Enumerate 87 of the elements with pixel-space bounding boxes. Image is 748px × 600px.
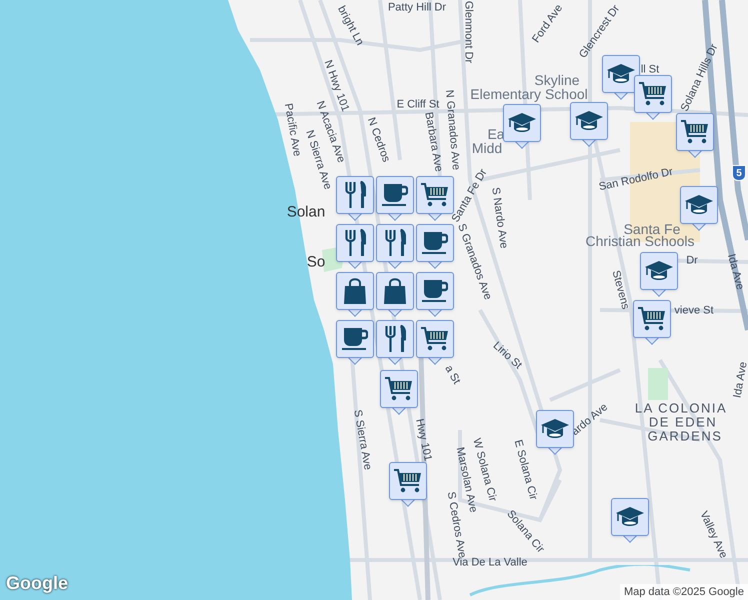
- street-label: Hwy 101: [413, 418, 433, 462]
- area-label: LA COLONIA: [634, 402, 728, 414]
- graduation-cap-icon: [575, 111, 603, 131]
- coffee-cup-icon: [342, 328, 368, 350]
- graduation-cap-icon: [541, 419, 569, 439]
- street-label: a St: [442, 364, 462, 386]
- school-marker[interactable]: [536, 410, 574, 456]
- street-label: Valley Ave: [697, 510, 729, 560]
- grocery-marker[interactable]: [633, 300, 671, 346]
- coffee-cup-icon: [422, 280, 448, 302]
- street-label: bright Ln: [335, 4, 365, 48]
- street-label: Patty Hill Dr: [388, 2, 446, 14]
- street-label: Stevens: [610, 269, 630, 311]
- shopping-bag-icon: [344, 278, 366, 304]
- map-logo: Google: [6, 572, 68, 595]
- graduation-cap-icon: [645, 261, 673, 281]
- street-label: E Cliff St: [396, 100, 440, 110]
- area-label: GARDENS: [648, 430, 722, 442]
- shop-marker[interactable]: [376, 272, 414, 318]
- shop-marker[interactable]: [336, 272, 374, 318]
- shopping-cart-icon: [638, 307, 666, 331]
- grocery-marker[interactable]: [416, 176, 454, 222]
- cafe-marker[interactable]: [416, 224, 454, 270]
- street-label: S Nardo Ave: [489, 186, 509, 250]
- street-label: Ida Ave: [732, 361, 748, 399]
- shopping-cart-icon: [421, 183, 449, 207]
- street-label: vieve St: [674, 306, 714, 316]
- school-marker[interactable]: [570, 102, 608, 148]
- place-label: Midd: [472, 141, 502, 155]
- fork-and-knife-icon: [344, 229, 366, 257]
- fork-and-knife-icon: [384, 325, 406, 353]
- school-marker[interactable]: [640, 252, 678, 298]
- place-label: Skyline: [534, 73, 580, 87]
- grocery-marker[interactable]: [416, 320, 454, 366]
- street-label: ll St: [640, 64, 660, 76]
- shopping-cart-icon: [681, 120, 709, 144]
- shopping-cart-icon: [639, 82, 667, 106]
- place-label: Santa Fe: [624, 222, 680, 236]
- graduation-cap-icon: [685, 195, 713, 215]
- street-label: San Rodolfo Dr: [598, 166, 674, 194]
- school-marker[interactable]: [602, 55, 640, 101]
- restaurant-marker[interactable]: [336, 176, 374, 222]
- grocery-marker[interactable]: [380, 370, 418, 416]
- shopping-cart-icon: [385, 377, 413, 401]
- street-label: S Cedros Ave: [444, 491, 468, 559]
- grocery-marker[interactable]: [676, 113, 714, 159]
- place-label: Christian Schools: [586, 234, 694, 248]
- street-label: Ida Ave: [724, 252, 746, 292]
- school-marker[interactable]: [611, 498, 649, 544]
- street-label: N Cedros: [364, 116, 392, 164]
- coffee-cup-icon: [382, 184, 408, 206]
- city-label: Solan: [286, 204, 326, 220]
- city-label: So: [306, 254, 326, 270]
- street-label: Lirio St: [490, 340, 524, 372]
- street-label: Dr: [686, 256, 698, 266]
- fork-and-knife-icon: [384, 229, 406, 257]
- fork-and-knife-icon: [344, 181, 366, 209]
- grocery-marker[interactable]: [389, 462, 427, 508]
- shopping-cart-icon: [421, 327, 449, 351]
- restaurant-marker[interactable]: [336, 224, 374, 270]
- street-label: Barbara Ave: [422, 111, 444, 173]
- shopping-cart-icon: [394, 469, 422, 493]
- graduation-cap-icon: [508, 113, 536, 133]
- street-label: Via De La Valle: [452, 558, 528, 568]
- park-drawing: [648, 368, 668, 400]
- restaurant-marker[interactable]: [376, 224, 414, 270]
- place-label: Elementary School: [470, 87, 588, 101]
- grocery-marker[interactable]: [634, 75, 672, 121]
- shopping-bag-icon: [384, 278, 406, 304]
- school-marker[interactable]: [503, 104, 541, 150]
- street-label: E Solana Cir: [512, 438, 538, 502]
- school-marker[interactable]: [680, 186, 718, 232]
- street-label: S Sierra Ave: [351, 409, 373, 471]
- interstate-shield-icon: 5: [732, 165, 746, 181]
- graduation-cap-icon: [607, 64, 635, 84]
- cafe-marker[interactable]: [336, 320, 374, 366]
- cafe-marker[interactable]: [376, 176, 414, 222]
- street-label: N Granados Ave: [443, 89, 461, 171]
- cafe-marker[interactable]: [416, 272, 454, 318]
- coffee-cup-icon: [422, 232, 448, 254]
- graduation-cap-icon: [616, 507, 644, 527]
- street-label: Glenmont Dr: [462, 0, 474, 64]
- street-label: ardo Ave: [570, 402, 610, 438]
- street-label: Pacific Ave: [282, 102, 302, 158]
- restaurant-marker[interactable]: [376, 320, 414, 366]
- area-label: DE EDEN: [648, 416, 718, 428]
- map-attribution: Map data ©2025 Google: [620, 584, 748, 600]
